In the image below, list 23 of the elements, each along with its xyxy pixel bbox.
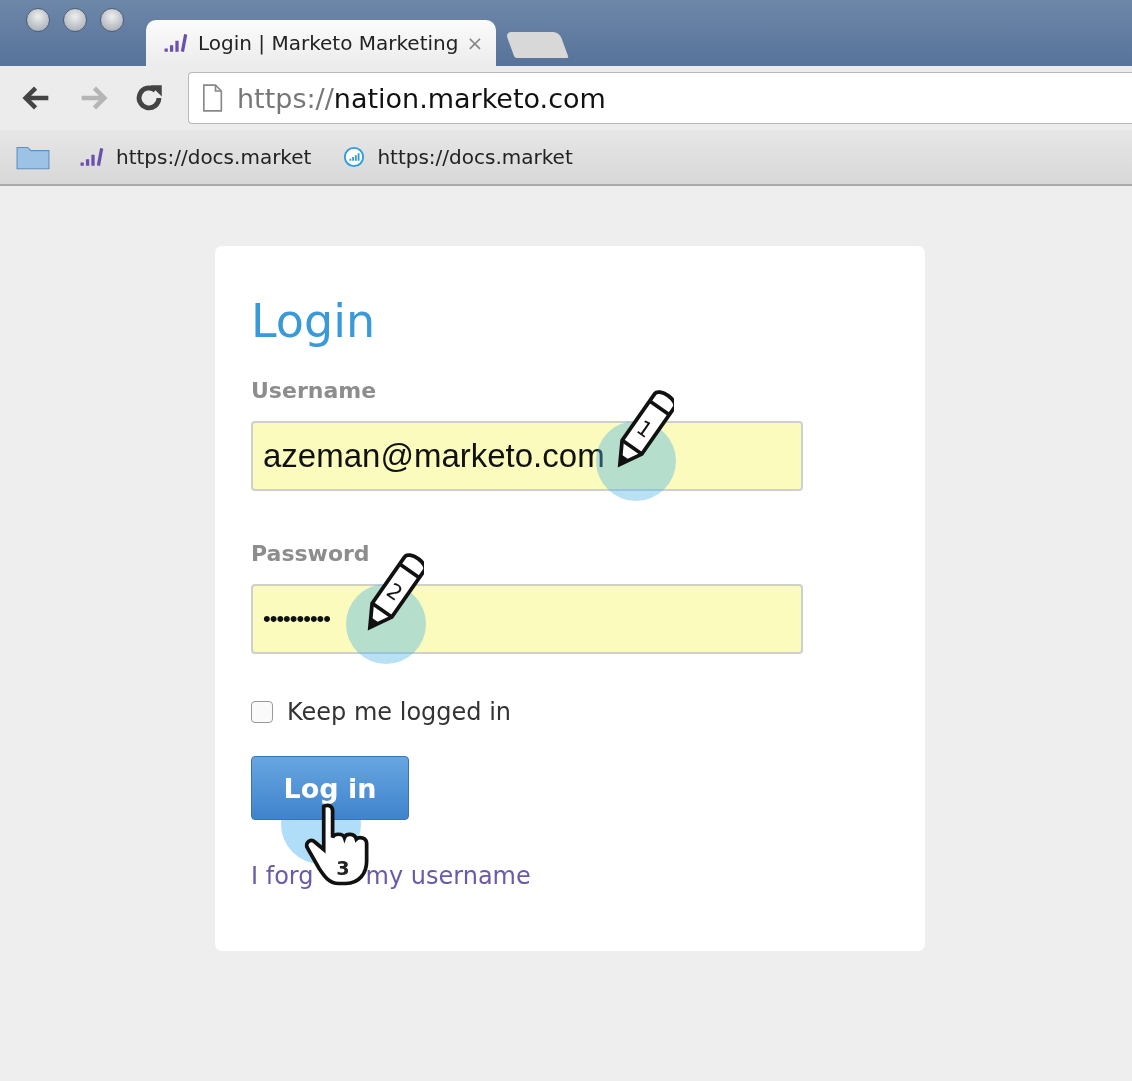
field-label: Username xyxy=(251,378,378,403)
window-button[interactable] xyxy=(63,8,87,32)
field-value: azeman@marketo.com xyxy=(263,437,605,475)
address-bar[interactable]: https://nation.marketo.com xyxy=(188,72,1132,124)
checkbox[interactable] xyxy=(251,701,273,723)
login-title: Login xyxy=(251,294,377,348)
forgot-username-link[interactable]: my username xyxy=(365,862,531,890)
bars-icon xyxy=(164,32,190,54)
window-button[interactable] xyxy=(26,8,50,32)
step-number: 3 xyxy=(336,856,350,880)
checkbox-label: Keep me logged in xyxy=(287,698,512,726)
field-value: •••••••••• xyxy=(263,606,331,632)
url-text: https://nation.marketo.com xyxy=(237,82,606,114)
bookmark[interactable]: https://docs.market xyxy=(80,145,312,169)
field-label: Password xyxy=(251,541,371,566)
browser-tab[interactable]: Login | Marketo Marketing × xyxy=(146,20,496,66)
window-button[interactable] xyxy=(100,8,124,32)
bars-icon xyxy=(80,146,106,168)
page-icon xyxy=(201,84,223,112)
forgot-username-link[interactable]: I forg xyxy=(251,862,314,890)
tab-title: Login | Marketo Marketing xyxy=(198,31,459,55)
folder-icon[interactable] xyxy=(16,144,50,170)
bookmark[interactable]: https://docs.market xyxy=(341,145,573,169)
